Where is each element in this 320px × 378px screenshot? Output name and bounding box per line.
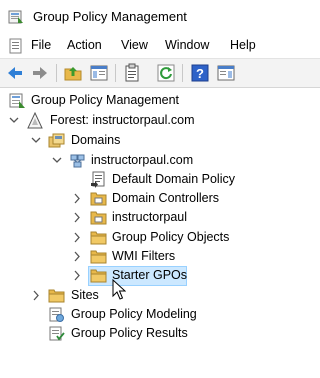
ou-folder-icon [90,211,107,225]
up-folder-icon[interactable] [63,63,83,83]
tree-item-wmi[interactable]: WMI Filters [0,247,320,266]
chevron-right-icon[interactable] [72,247,82,266]
svg-text:?: ? [196,66,204,81]
menu-window[interactable]: Window [165,38,209,52]
results-icon [49,326,65,341]
tree-label-domain: instructorpaul.com [91,153,194,167]
tree-item-forest[interactable]: Forest: instructorpaul.com [0,111,320,130]
forest-icon [27,112,43,129]
tree-item-sites[interactable]: Sites [0,286,320,305]
chevron-right-icon[interactable] [72,189,82,208]
folder-icon [90,269,107,283]
menu-view[interactable]: View [121,38,148,52]
tree-item-modeling[interactable]: Group Policy Modeling [0,305,320,324]
tree-label-domain-controllers: Domain Controllers [112,191,219,205]
tree-item-results[interactable]: Group Policy Results [0,324,320,343]
menu-file[interactable]: File [31,38,51,52]
show-hide-tree-icon[interactable] [89,63,109,83]
chevron-right-icon[interactable] [72,266,82,285]
tree-label-ou: instructorpaul [112,210,188,224]
help-icon[interactable]: ? [190,63,210,83]
tree-item-root[interactable]: Group Policy Management [0,91,320,110]
tree-item-starter[interactable]: Starter GPOs [0,266,320,285]
tree-label-default-domain-policy: Default Domain Policy [112,172,235,186]
gpo-link-icon [91,171,105,188]
domain-icon [70,154,85,168]
tree-item-domain-controllers[interactable]: Domain Controllers [0,189,320,208]
chevron-down-icon[interactable] [31,131,41,150]
toolbar-separator [182,64,183,82]
console-tree: Group Policy Management Forest: instruct… [0,88,320,378]
refresh-icon[interactable] [156,63,176,83]
group-policy-app-icon [8,10,23,24]
tree-item-domains[interactable]: Domains [0,131,320,150]
tree-label-results: Group Policy Results [71,326,188,340]
chevron-right-icon[interactable] [72,228,82,247]
forward-arrow-icon[interactable] [30,63,50,83]
tree-label-forest: Forest: instructorpaul.com [50,113,195,127]
tree-item-ou[interactable]: instructorpaul [0,208,320,227]
menu-help[interactable]: Help [230,38,256,52]
tree-label-domains: Domains [71,133,121,147]
folder-icon [90,231,107,245]
modeling-icon [49,307,64,322]
tree-label-root: Group Policy Management [31,93,179,107]
mouse-cursor-icon [112,279,126,300]
toolbar-separator [115,64,116,82]
chevron-down-icon[interactable] [52,151,62,170]
chevron-right-icon[interactable] [31,286,41,305]
menu-bar: File Action View Window Help [0,34,320,58]
tree-item-default-domain-policy[interactable]: Default Domain Policy [0,170,320,189]
domains-icon [48,133,65,148]
tree-label-gpo: Group Policy Objects [112,230,230,244]
chevron-down-icon[interactable] [9,111,19,130]
show-action-pane-icon[interactable] [216,63,236,83]
title-bar: Group Policy Management [0,0,320,34]
folder-icon [90,250,107,264]
toolbar-separator [56,64,57,82]
properties-icon[interactable] [122,63,142,83]
toolbar: ? [0,58,320,88]
ou-folder-icon [90,192,107,206]
tree-item-gpo[interactable]: Group Policy Objects [0,228,320,247]
group-policy-management-icon [9,93,25,108]
tree-label-sites: Sites [71,288,99,302]
tree-item-domain[interactable]: instructorpaul.com [0,151,320,170]
window-title: Group Policy Management [33,9,187,24]
menu-action[interactable]: Action [67,38,102,52]
tree-label-wmi: WMI Filters [112,249,176,263]
chevron-right-icon[interactable] [72,208,82,227]
tree-label-modeling: Group Policy Modeling [71,307,197,321]
back-arrow-icon[interactable] [5,63,25,83]
document-icon[interactable] [8,38,24,54]
sites-folder-icon [48,289,65,303]
